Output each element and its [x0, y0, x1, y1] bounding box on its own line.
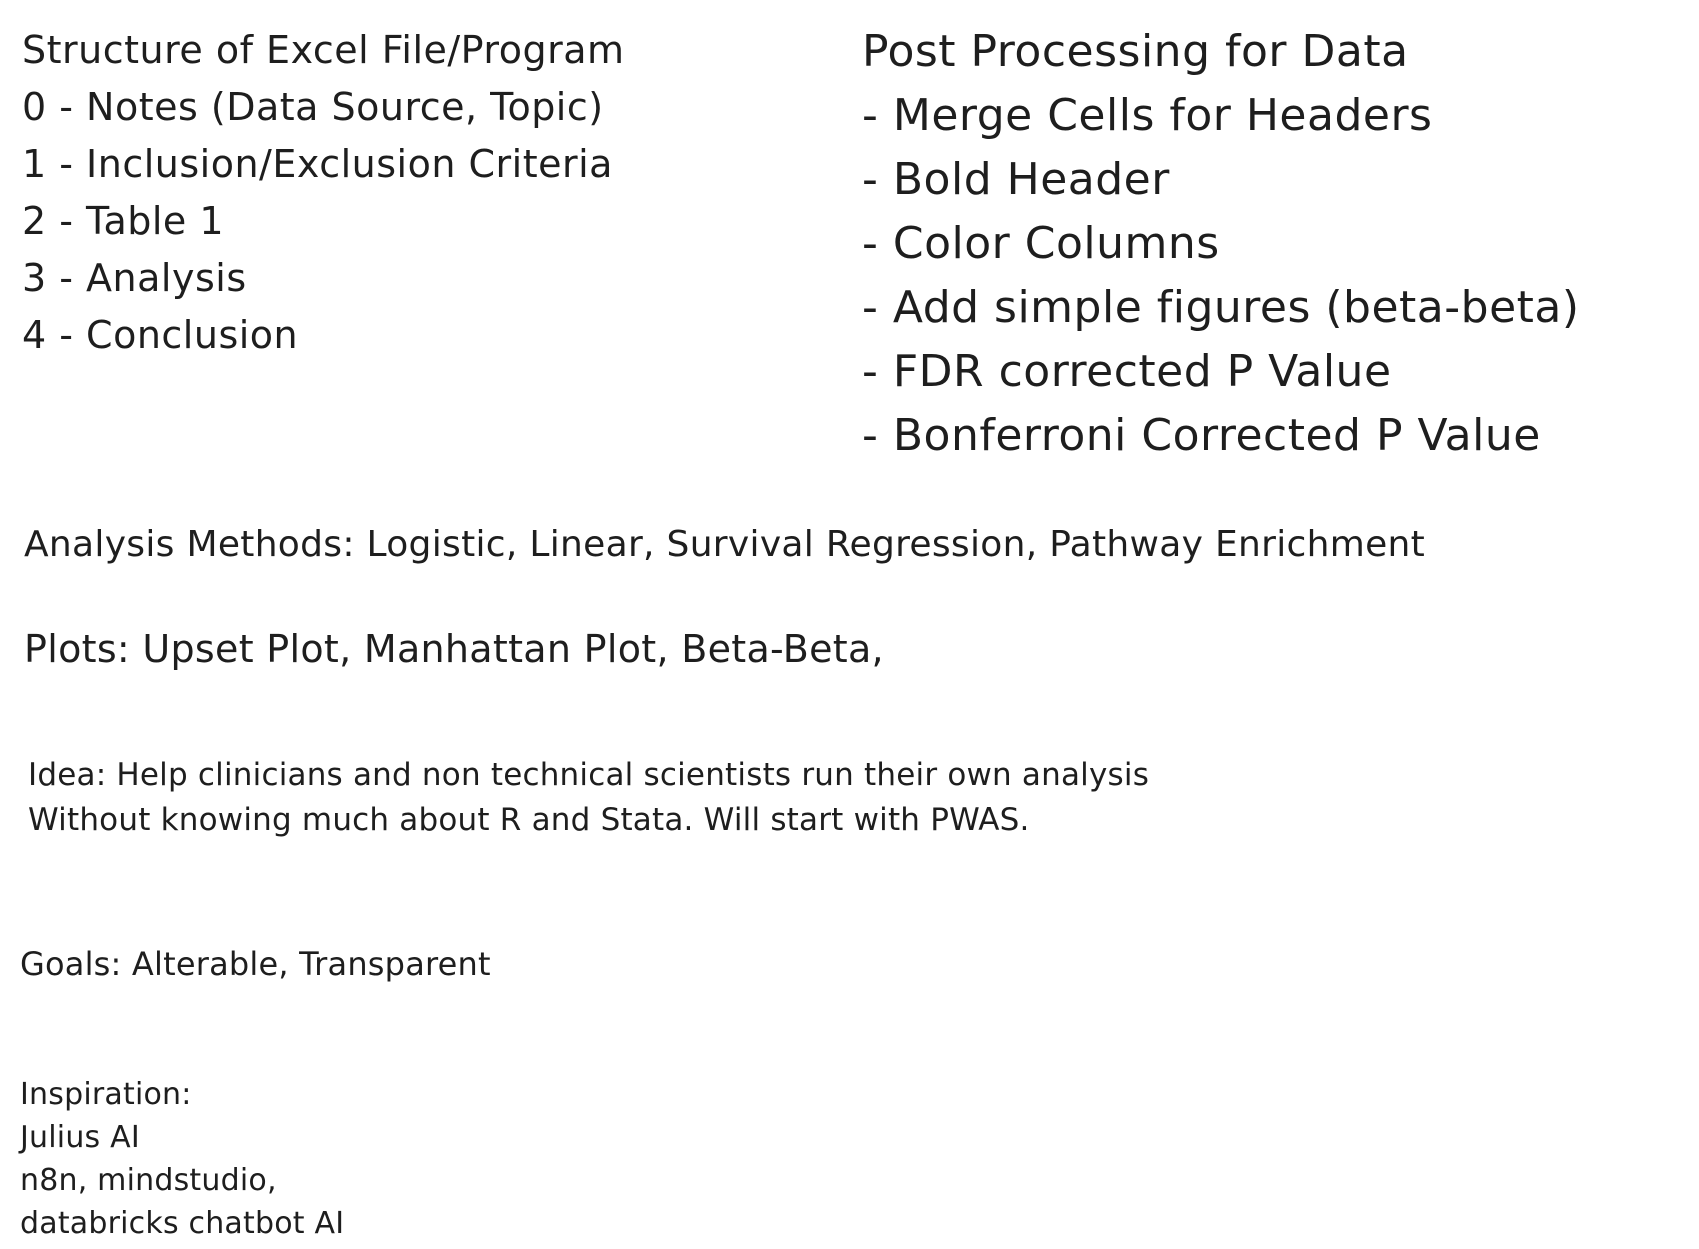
- inspiration-item: n8n, mindstudio,: [20, 1163, 277, 1198]
- inspiration-item: Julius AI: [20, 1120, 140, 1155]
- structure-item: 1 - Inclusion/Exclusion Criteria: [22, 142, 613, 186]
- inspiration-title: Inspiration:: [20, 1077, 192, 1112]
- structure-item: 2 - Table 1: [22, 199, 225, 243]
- structure-item: 0 - Notes (Data Source, Topic): [22, 85, 604, 129]
- idea-line: Idea: Help clinicians and non technical …: [28, 757, 1150, 793]
- post-processing-item: - Color Columns: [862, 218, 1220, 269]
- structure-note: Structure of Excel File/Program 0 - Note…: [22, 22, 625, 364]
- post-processing-note: Post Processing for Data - Merge Cells f…: [862, 20, 1580, 468]
- idea-note: Idea: Help clinicians and non technical …: [28, 753, 1149, 843]
- inspiration-note: Inspiration: Julius AI n8n, mindstudio, …: [20, 1073, 344, 1245]
- inspiration-item: databricks chatbot AI: [20, 1206, 345, 1241]
- whiteboard-canvas: Structure of Excel File/Program 0 - Note…: [0, 0, 1699, 1249]
- goals-note: Goals: Alterable, Transparent: [20, 945, 491, 983]
- post-processing-item: - Add simple figures (beta-beta): [862, 282, 1580, 333]
- post-processing-title: Post Processing for Data: [862, 26, 1409, 77]
- structure-item: 3 - Analysis: [22, 256, 247, 300]
- post-processing-item: - FDR corrected P Value: [862, 346, 1392, 397]
- structure-title: Structure of Excel File/Program: [22, 28, 625, 72]
- plots-note: Plots: Upset Plot, Manhattan Plot, Beta-…: [24, 627, 884, 671]
- analysis-methods-note: Analysis Methods: Logistic, Linear, Surv…: [24, 524, 1426, 565]
- post-processing-item: - Bold Header: [862, 154, 1170, 205]
- idea-line: Without knowing much about R and Stata. …: [28, 802, 1030, 838]
- post-processing-item: - Bonferroni Corrected P Value: [862, 410, 1541, 461]
- post-processing-item: - Merge Cells for Headers: [862, 90, 1433, 141]
- structure-item: 4 - Conclusion: [22, 313, 299, 357]
